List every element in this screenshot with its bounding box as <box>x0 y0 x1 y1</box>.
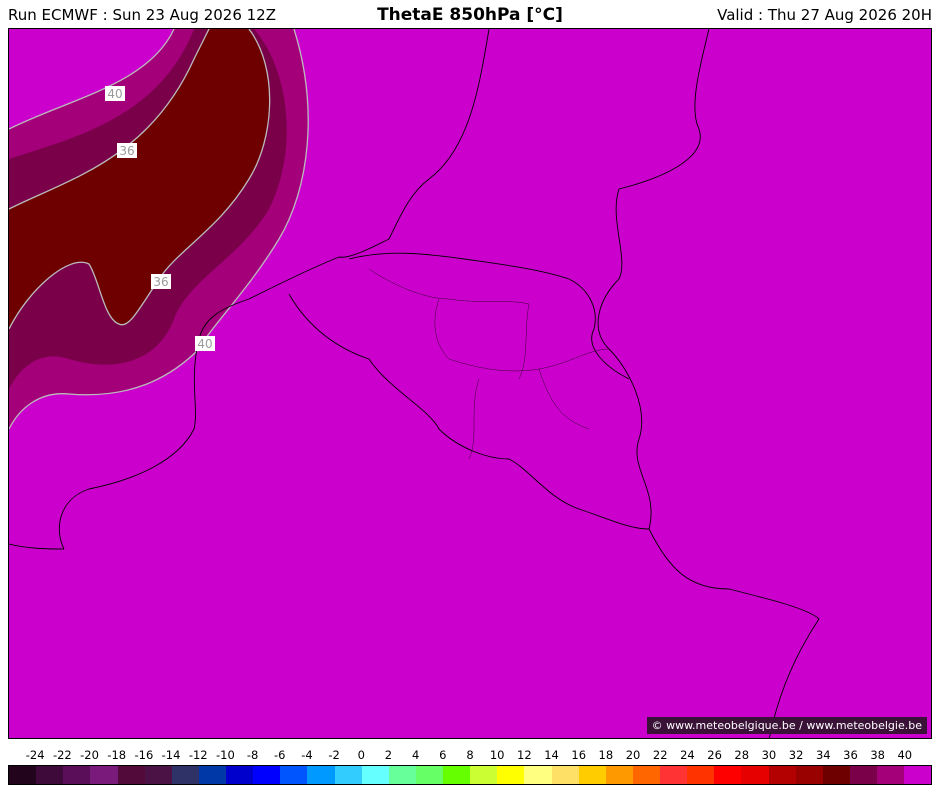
contour-label-text: 36 <box>153 275 168 289</box>
legend-tick-label: -6 <box>274 748 286 762</box>
legend-tick-label: 2 <box>384 748 393 762</box>
legend-swatch <box>361 766 389 784</box>
legend-tick-label: 0 <box>357 748 365 762</box>
legend-tick-label: -12 <box>188 748 208 762</box>
legend-tick-label: 38 <box>870 748 885 762</box>
contour-label-40-top: 40 <box>105 86 125 101</box>
legend-tick-label: -22 <box>52 748 72 762</box>
legend-swatch <box>605 766 633 784</box>
legend-swatch <box>687 766 715 784</box>
legend-tick-label: -8 <box>246 748 259 762</box>
legend-swatch <box>578 766 606 784</box>
legend-swatch <box>388 766 416 784</box>
contour-label-36-top: 36 <box>117 143 137 158</box>
legend-color-bar <box>8 765 932 785</box>
legend-tick-label: 8 <box>466 748 474 762</box>
legend-tick-label: 26 <box>707 748 722 762</box>
legend-tick-label: 10 <box>489 748 505 762</box>
legend-swatch <box>9 766 37 784</box>
legend-swatch <box>822 766 850 784</box>
legend-tick-label: 40 <box>897 748 913 762</box>
legend-tick-label: 20 <box>625 748 641 762</box>
legend-swatch <box>144 766 172 784</box>
legend-tick-label: 34 <box>815 748 831 762</box>
legend-swatch <box>307 766 335 784</box>
contour-label-40-bottom: 40 <box>195 336 215 351</box>
valid-time: Valid : Thu 27 Aug 2026 20H <box>717 6 932 24</box>
legend-tick-labels: -24 -22 -20 -18 -16 -14 -12 -10 -8 -6 -4 -2 0 2 4 6 8 10 1… <box>8 748 932 764</box>
legend-swatch <box>741 766 769 784</box>
legend-tick-label: 6 <box>439 748 447 762</box>
legend-swatch <box>253 766 281 784</box>
legend-tick-label: 28 <box>734 748 750 762</box>
legend-tick-label: 12 <box>517 748 532 762</box>
contour-label-text: 36 <box>119 144 134 158</box>
legend-tick-label: 24 <box>680 748 695 762</box>
legend-swatch <box>90 766 118 784</box>
legend-swatch <box>632 766 660 784</box>
legend-swatch <box>470 766 498 784</box>
legend-swatch <box>904 766 932 784</box>
legend-tick-label: 22 <box>652 748 668 762</box>
legend-swatch <box>198 766 226 784</box>
legend-swatch <box>877 766 905 784</box>
legend-tick-label: -14 <box>161 748 181 762</box>
legend-swatch <box>795 766 823 784</box>
legend-tick-label: 14 <box>544 748 559 762</box>
legend-swatch <box>524 766 552 784</box>
legend-swatch <box>660 766 688 784</box>
legend-tick-label: -2 <box>328 748 340 762</box>
legend-tick-label: 18 <box>598 748 614 762</box>
weather-map[interactable]: 40 36 36 40 © www.meteobelgique.be / www… <box>8 28 932 739</box>
legend-tick-label: 4 <box>411 748 420 762</box>
legend-swatch <box>334 766 362 784</box>
legend-swatch <box>63 766 91 784</box>
legend-swatch <box>280 766 308 784</box>
legend-swatch <box>768 766 796 784</box>
legend-swatch <box>36 766 64 784</box>
legend-swatch <box>849 766 877 784</box>
legend-swatch <box>226 766 254 784</box>
contour-label-36-bottom: 36 <box>151 274 171 289</box>
legend-tick-label: -4 <box>301 748 313 762</box>
legend-swatch <box>551 766 579 784</box>
legend-tick-label: 36 <box>843 748 858 762</box>
legend-swatch <box>415 766 443 784</box>
legend-tick-label: 32 <box>788 748 804 762</box>
legend-swatch <box>497 766 525 784</box>
legend-tick-label: -16 <box>134 748 154 762</box>
legend-tick-label: -18 <box>107 748 127 762</box>
legend-tick-label: -24 <box>25 748 45 762</box>
legend-swatch <box>117 766 145 784</box>
contour-label-text: 40 <box>107 87 122 101</box>
legend-tick-label: -20 <box>80 748 99 762</box>
legend-swatch <box>443 766 471 784</box>
legend-tick-label: 16 <box>571 748 587 762</box>
legend-tick-label: 30 <box>761 748 777 762</box>
credit-label: © www.meteobelgique.be / www.meteobelgie… <box>646 717 927 734</box>
legend-swatch <box>714 766 742 784</box>
legend-tick-label: -10 <box>216 748 235 762</box>
contour-label-text: 40 <box>197 337 212 351</box>
legend-swatch <box>171 766 199 784</box>
map-canvas: 40 36 36 40 <box>9 29 931 738</box>
